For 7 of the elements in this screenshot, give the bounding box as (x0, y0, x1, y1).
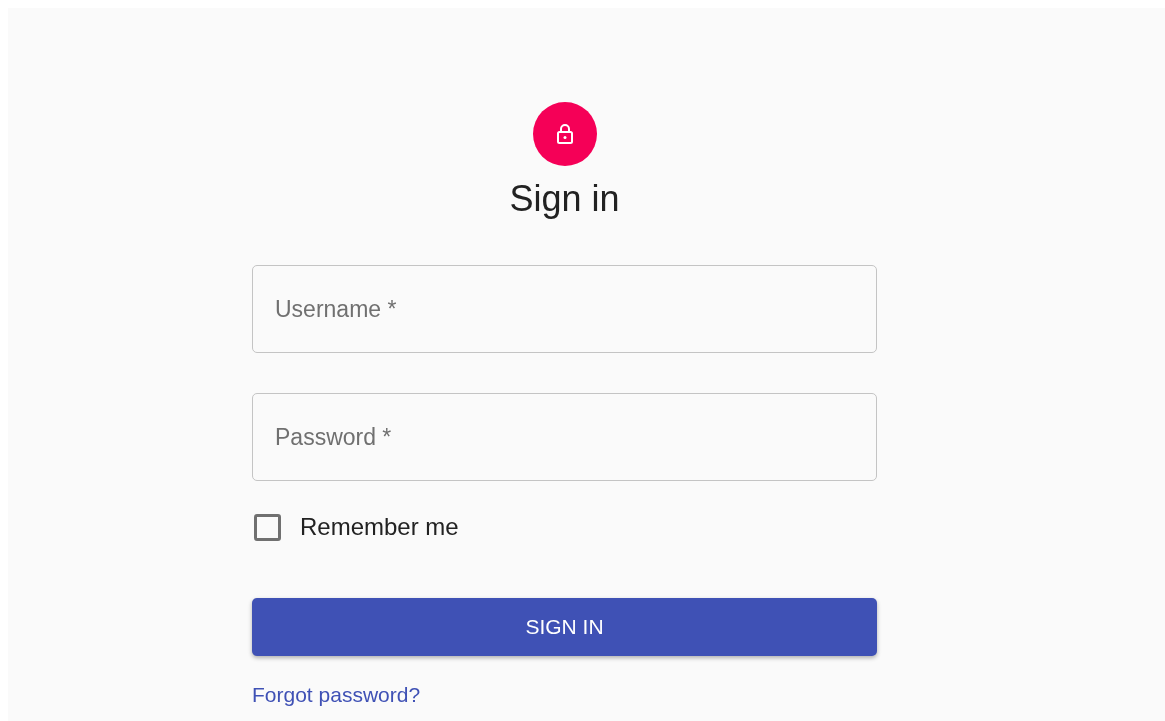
forgot-password-link[interactable]: Forgot password? (252, 683, 421, 707)
username-field[interactable]: Username * (252, 265, 877, 353)
sign-in-button[interactable]: SIGN IN (252, 598, 877, 656)
password-field[interactable]: Password * (252, 393, 877, 481)
checkbox[interactable] (254, 513, 281, 541)
page-title: Sign in (509, 177, 620, 221)
checkbox-label[interactable]: Remember me (300, 513, 459, 541)
